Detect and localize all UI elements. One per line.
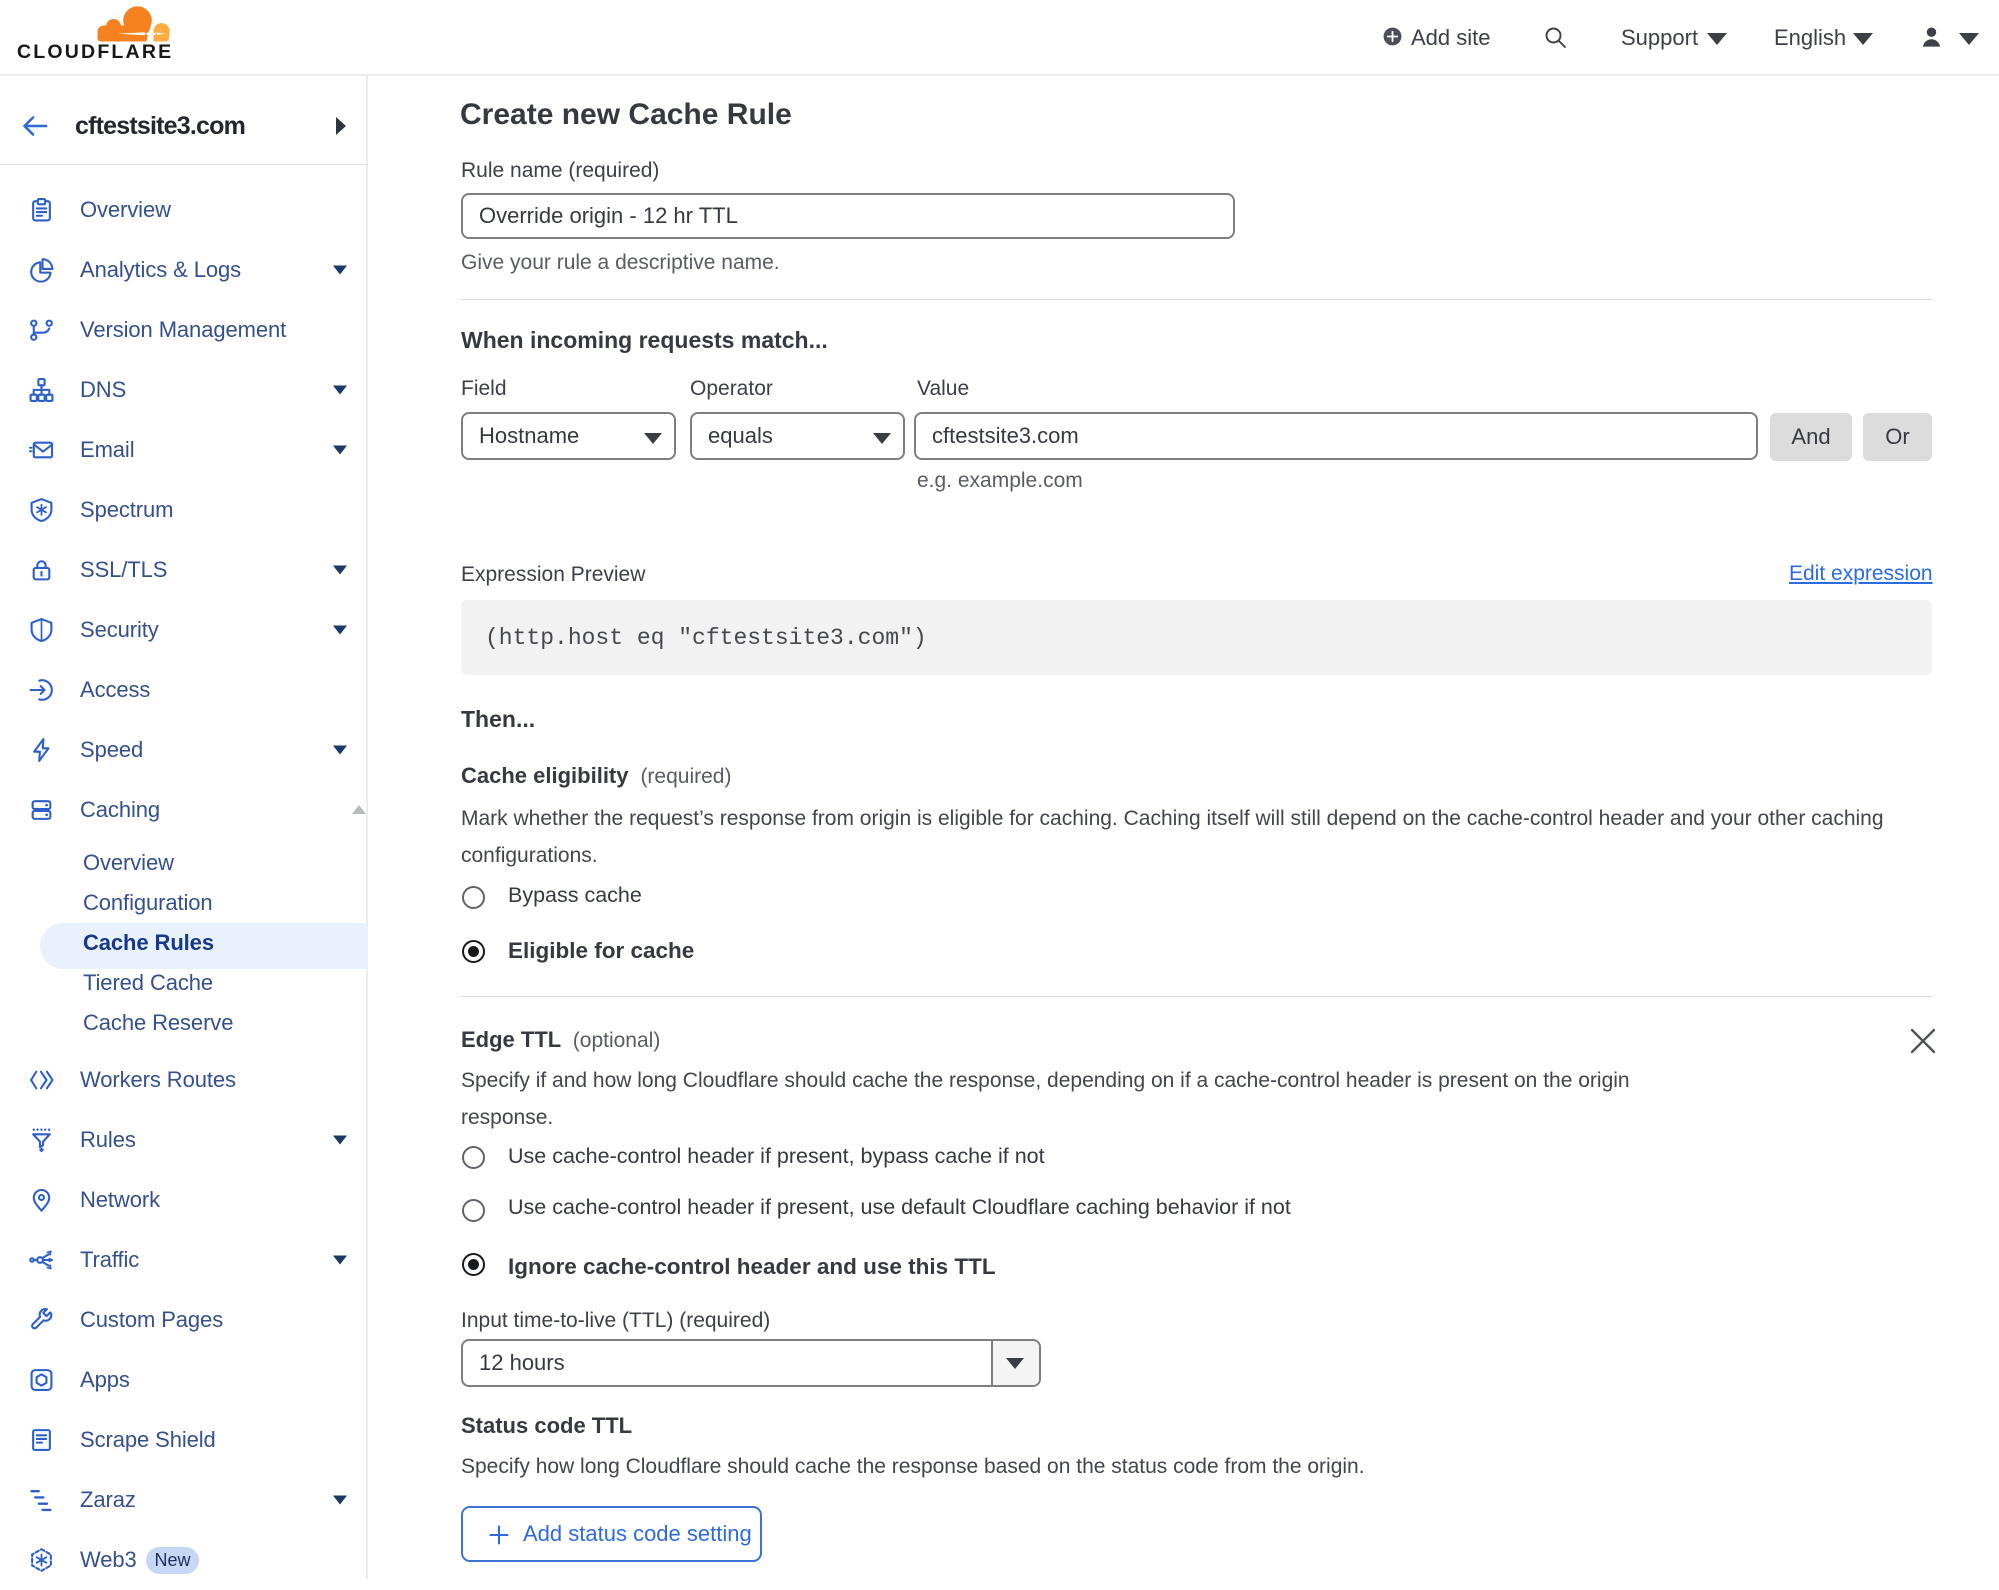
svg-text:CLOUDFLARE: CLOUDFLARE (17, 41, 173, 63)
